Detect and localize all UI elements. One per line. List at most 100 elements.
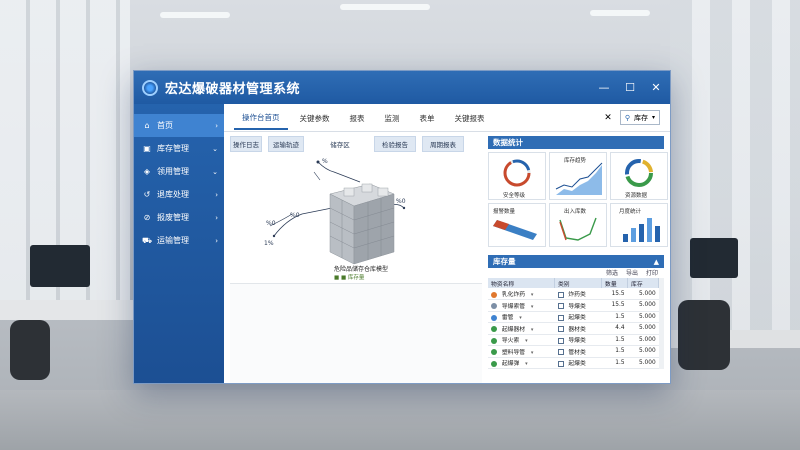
column-header[interactable]: 库存 xyxy=(627,278,660,288)
table-row[interactable]: 塑料导管 ▾ 管材类 1.5 5.000 xyxy=(488,345,659,358)
stat-card-monthly[interactable]: 月度统计 xyxy=(610,203,668,247)
sidebar-item-label: 首页 xyxy=(157,121,173,130)
close-icon[interactable]: ✕ xyxy=(650,81,662,94)
column-header[interactable]: 物资名称 xyxy=(488,278,555,288)
item-stock: 5.000 xyxy=(627,311,659,323)
sidebar-item-inventory[interactable]: ▣ 库存管理 ⌄ xyxy=(134,137,224,160)
inventory-title: 库存量 xyxy=(493,257,516,266)
item-category-cell: 器材类 xyxy=(554,322,602,335)
tab-reports[interactable]: 报表 xyxy=(342,107,373,129)
sidebar-item-return[interactable]: ↺ 退库处理 › xyxy=(134,183,224,206)
table-row[interactable]: 起爆弹 ▾ 起爆类 1.5 5.000 xyxy=(488,357,659,369)
office-chair xyxy=(10,320,50,380)
maximize-icon[interactable]: ☐ xyxy=(624,81,636,94)
item-quantity: 15.5 xyxy=(601,288,628,300)
search-icon: ⚲ xyxy=(624,113,630,122)
diagram-label: % xyxy=(322,158,328,165)
subtab-transport-route[interactable]: 运输轨迹 xyxy=(268,136,304,152)
stat-card-resources[interactable]: 资源数据 xyxy=(610,152,668,200)
sidebar-item-home[interactable]: ⌂ 首页 › xyxy=(134,114,224,137)
diagram-label: %0 xyxy=(290,212,300,219)
filter-button[interactable]: 筛选 xyxy=(606,268,618,278)
warehouse-3d-diagram[interactable]: % %0 %0 %0 1% 危险品储存仓库模型 ■ ■ 库存量 xyxy=(230,154,482,284)
stat-card-trend[interactable]: 库存趋势 xyxy=(549,152,607,200)
item-status-icon xyxy=(491,349,497,356)
table-row[interactable]: 雷管 ▾ 起爆类 1.5 5.000 xyxy=(488,311,659,323)
item-name-cell: 起爆弹 ▾ xyxy=(488,357,555,369)
sidebar-item-scrap[interactable]: ⊘ 报废管理 › xyxy=(134,206,224,229)
chevron-down-icon: ▾ xyxy=(525,338,528,345)
subtab-cycle-report[interactable]: 周期报表 xyxy=(422,136,464,152)
item-name-cell: 乳化炸药 ▾ xyxy=(488,288,555,300)
sidebar-item-checkout[interactable]: ◈ 领用管理 ⌄ xyxy=(134,160,224,183)
chevron-down-icon: ▾ xyxy=(530,349,534,356)
export-button[interactable]: 导出 xyxy=(626,268,638,278)
table-row[interactable]: 起爆器材 ▾ 器材类 4.4 5.000 xyxy=(488,322,659,335)
subtab-storage-area[interactable]: 储存区 xyxy=(318,136,362,152)
scrap-icon: ⊘ xyxy=(143,213,151,222)
stat-card-alarms[interactable]: 报警数量 xyxy=(488,203,546,247)
item-category: 起爆类 xyxy=(568,315,586,322)
inventory-section: 库存量 ▲ 筛选 导出 打印 物资名称 类别 数量 库存 乳化炸药 ▾ 炸药类 … xyxy=(488,255,664,369)
category-icon xyxy=(557,314,564,321)
stat-card-safety[interactable]: 安全等级 xyxy=(488,152,546,200)
sidebar-item-label: 退库处理 xyxy=(157,190,189,199)
category-icon xyxy=(557,303,564,310)
scrollbar[interactable] xyxy=(659,278,664,369)
table-row[interactable]: 导火索 ▾ 导爆类 1.5 5.000 xyxy=(488,334,659,346)
item-stock: 5.000 xyxy=(627,299,659,312)
inventory-header: 库存量 ▲ xyxy=(488,255,664,268)
item-name-cell: 塑料导管 ▾ xyxy=(488,345,555,358)
item-name: 雷管 xyxy=(501,315,514,322)
item-stock: 5.000 xyxy=(627,345,659,358)
item-category-cell: 炸药类 xyxy=(554,288,602,300)
diagram-label: %0 xyxy=(266,220,276,227)
chevron-down-icon: ⌄ xyxy=(212,144,218,153)
close-tab-icon[interactable]: ✕ xyxy=(604,113,612,123)
sidebar-item-label: 运输管理 xyxy=(157,236,189,245)
category-icon xyxy=(557,337,564,344)
category-icon xyxy=(557,326,564,333)
tab-parameters[interactable]: 关键参数 xyxy=(292,107,338,129)
app-window: 宏达爆破器材管理系统 — ☐ ✕ ⌂ 首页 › ▣ 库存管理 ⌄ ◈ 领用管理 … xyxy=(133,70,671,384)
diagram-label: %0 xyxy=(396,198,406,205)
chevron-right-icon: › xyxy=(215,190,218,199)
item-category-cell: 起爆类 xyxy=(554,357,602,369)
table-row[interactable]: 导爆索管 ▾ 导爆类 15.5 5.000 xyxy=(488,299,659,312)
category-icon xyxy=(557,291,564,298)
column-header[interactable]: 数量 xyxy=(601,278,629,288)
item-category: 起爆类 xyxy=(568,361,586,368)
tab-key-reports[interactable]: 关键报表 xyxy=(447,107,493,129)
stat-card-in-out[interactable]: 出入库数 xyxy=(549,203,607,247)
stat-label: 出入库数 xyxy=(564,209,587,215)
subtab-inspection[interactable]: 检验报告 xyxy=(374,136,416,152)
return-icon: ↺ xyxy=(143,190,151,199)
stats-section: 数据统计 安全等级 库存趋势 资源数据 报警数量 出入库数 月度统计 xyxy=(488,136,668,247)
title-bar: 宏达爆破器材管理系统 — ☐ ✕ xyxy=(134,71,670,104)
sidebar-item-label: 库存管理 xyxy=(157,144,189,153)
inventory-toolbar: 筛选 导出 打印 xyxy=(488,268,664,278)
subtab-operation-log[interactable]: 操作日志 xyxy=(230,136,262,152)
sidebar-item-label: 报废管理 xyxy=(157,213,189,222)
tab-dashboard[interactable]: 操作台首页 xyxy=(234,106,288,130)
tab-forms[interactable]: 表单 xyxy=(412,107,443,129)
chevron-down-icon: ▾ xyxy=(530,292,534,298)
item-status-icon xyxy=(491,326,497,333)
item-status-icon xyxy=(491,314,497,321)
tab-monitoring[interactable]: 监测 xyxy=(377,107,408,129)
office-monitor xyxy=(690,238,738,278)
table-row[interactable]: 乳化炸药 ▾ 炸药类 15.5 5.000 xyxy=(488,288,659,300)
item-category-cell: 起爆类 xyxy=(554,311,602,323)
stat-label: 月度统计 xyxy=(619,209,642,215)
print-button[interactable]: 打印 xyxy=(646,268,658,278)
item-stock: 5.000 xyxy=(627,357,659,369)
column-header[interactable]: 类别 xyxy=(554,278,603,288)
chevron-right-icon: › xyxy=(215,236,218,245)
ceiling-light xyxy=(340,4,430,10)
minimize-icon[interactable]: — xyxy=(598,81,610,94)
item-quantity: 4.4 xyxy=(601,322,628,335)
collapse-icon[interactable]: ▲ xyxy=(654,258,659,266)
sidebar-item-transport[interactable]: ⛟ 运输管理 › xyxy=(134,229,224,252)
search-box[interactable]: ⚲ 库存 ▾ xyxy=(619,110,660,125)
item-name: 起爆弹 xyxy=(501,361,520,368)
